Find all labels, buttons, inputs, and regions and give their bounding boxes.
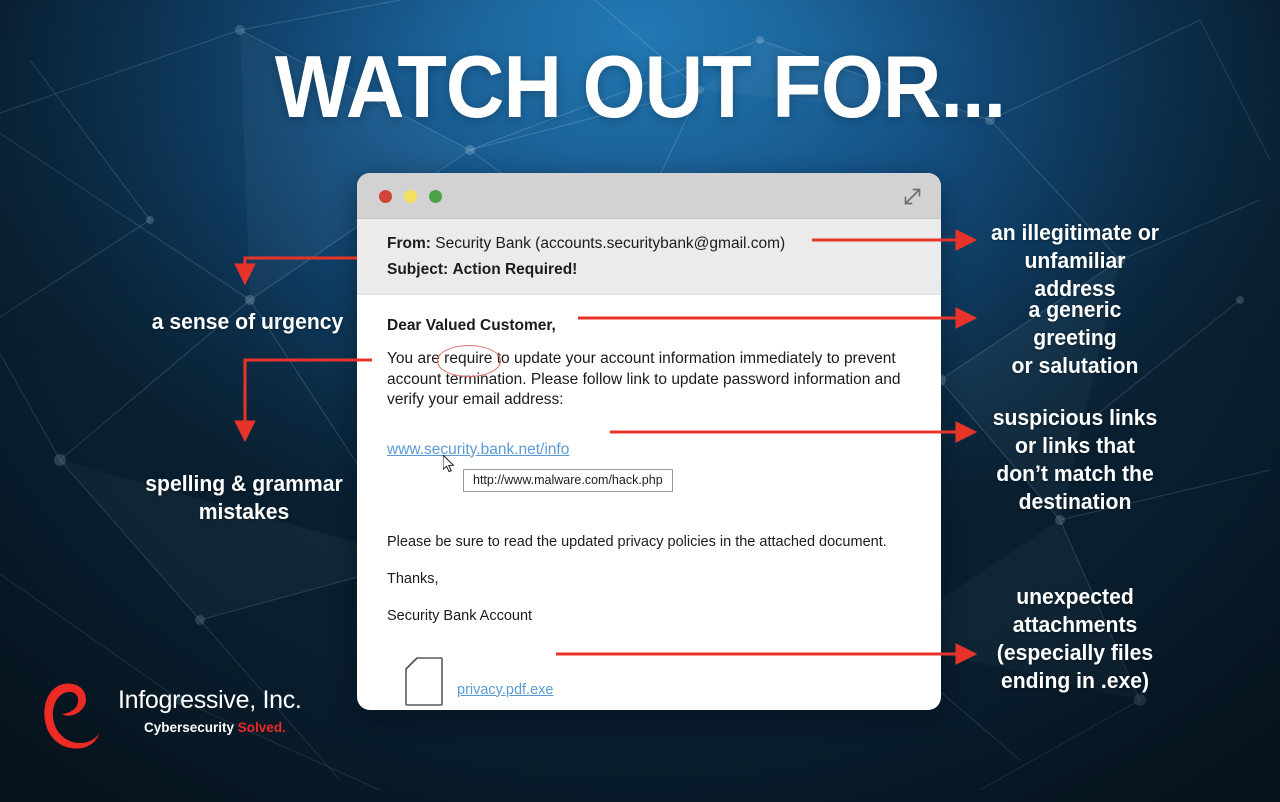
annotation-address-line-2: unfamiliar address (1024, 248, 1126, 301)
annotation-attachments-line-4: ending in .exe) (1000, 668, 1150, 693)
annotation-spelling-line-2: mistakes (198, 499, 290, 524)
email-body-paragraph: You are require to update your account i… (387, 345, 911, 411)
annotation-attachments-line-3: (especially files (996, 640, 1154, 665)
annotation-attachments-line-1: unexpected (1016, 584, 1134, 609)
annotation-address-line-1: an illegitimate or (990, 220, 1160, 245)
email-closing: Please be sure to read the updated priva… (387, 533, 911, 625)
email-subject-value: Action Required! (452, 261, 578, 278)
annotation-address: an illegitimate or unfamiliar address (986, 219, 1165, 303)
infogressive-e-logo-icon (44, 683, 99, 749)
email-from-value: Security Bank (accounts.securitybank@gma… (435, 235, 786, 252)
document-icon (405, 656, 443, 706)
closing-line-1: Please be sure to read the updated priva… (387, 533, 887, 550)
logo-tagline-accent: Solved. (237, 720, 286, 735)
expand-diagonal-icon[interactable] (902, 186, 923, 207)
annotation-urgency: a sense of urgency (146, 308, 348, 336)
annotation-urgency-line-1: a sense of urgency (151, 309, 344, 334)
email-subject-label: Subject: (387, 261, 449, 278)
closing-line-2: Thanks, (387, 570, 439, 587)
email-header: From: Security Bank (accounts.securityba… (357, 219, 941, 295)
annotation-spelling: spelling & grammar mistakes (140, 470, 349, 526)
body-text-before: You are (387, 350, 445, 367)
mouse-pointer-icon (443, 454, 455, 472)
company-logo: Infogressive, Inc. Cybersecurity Solved. (40, 676, 302, 766)
annotation-links-line-2: or links that (1015, 433, 1135, 458)
email-body: Dear Valued Customer, You are require to… (357, 295, 941, 710)
annotation-links-line-1: suspicious links (992, 405, 1158, 430)
annotation-greeting-line-2: or salutation (1011, 353, 1139, 378)
annotation-links-line-4: destination (1018, 489, 1132, 514)
infographic-canvas: WATCH OUT FOR... From: Security Bank (ac… (0, 0, 1280, 802)
window-titlebar (357, 173, 941, 219)
logo-tagline-plain: Cybersecurity (144, 720, 238, 735)
closing-line-3: Security Bank Account (387, 607, 533, 624)
attachment-link[interactable]: privacy.pdf.exe (457, 682, 553, 698)
email-from-label: From: (387, 235, 431, 252)
annotation-attachments-line-2: attachments (1012, 612, 1138, 637)
email-greeting: Dear Valued Customer, (387, 317, 556, 334)
annotation-links: suspicious links or links that don’t mat… (986, 404, 1165, 516)
page-title: WATCH OUT FOR... (274, 37, 1006, 136)
maximize-button-dot[interactable] (429, 190, 442, 203)
annotation-greeting-line-1: a generic greeting (1028, 297, 1122, 350)
phishing-link-row: www.security.bank.net/info http://www.ma… (387, 441, 911, 492)
misspelled-word-wrapper: require (437, 345, 502, 377)
misspelled-word: require (444, 350, 493, 367)
email-from-row: From: Security Bank (accounts.securityba… (387, 233, 941, 254)
annotation-spelling-line-1: spelling & grammar (145, 471, 343, 496)
email-attachment-row: privacy.pdf.exe (387, 656, 911, 711)
close-button-dot[interactable] (379, 190, 392, 203)
annotation-links-line-3: don’t match the (996, 461, 1154, 486)
logo-company-name: Infogressive, Inc. (118, 686, 302, 714)
logo-tagline: Cybersecurity Solved. (144, 720, 286, 735)
phishing-link[interactable]: www.security.bank.net/info (387, 441, 569, 458)
annotation-attachments: unexpected attachments (especially files… (986, 583, 1165, 695)
link-destination-tooltip: http://www.malware.com/hack.php (463, 468, 673, 492)
annotation-greeting: a generic greeting or salutation (986, 296, 1165, 380)
email-subject-row: Subject: Action Required! (387, 259, 941, 280)
email-window: From: Security Bank (accounts.securityba… (357, 173, 941, 710)
minimize-button-dot[interactable] (404, 190, 417, 203)
